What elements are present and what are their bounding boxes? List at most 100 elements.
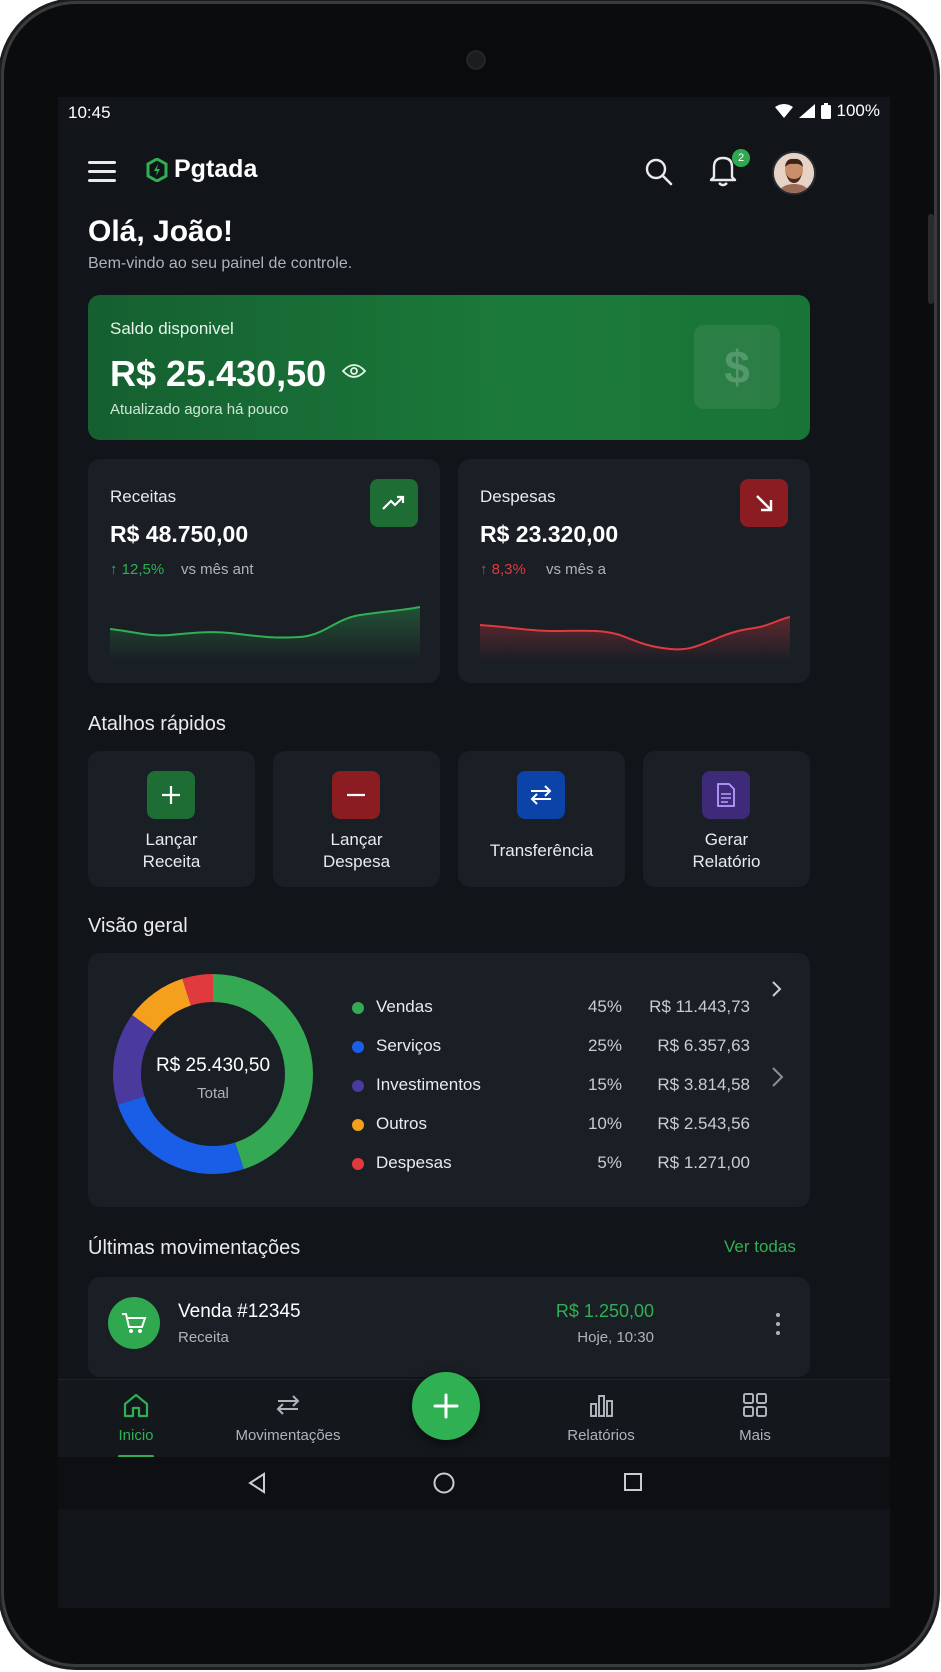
battery-level: 100%	[836, 101, 880, 120]
cart-icon	[108, 1297, 160, 1349]
app-logo: Pgtada	[146, 155, 257, 184]
nav-label: Movimentações	[235, 1427, 341, 1444]
income-change: ↑ 12,5%	[110, 561, 165, 578]
home-button-icon[interactable]	[432, 1471, 456, 1495]
greeting: Olá, João! Bem-vindo ao seu painel de co…	[88, 215, 352, 273]
shortcut-add-income[interactable]: Lançar Receita	[88, 751, 255, 887]
trending-down-icon	[740, 479, 788, 527]
wifi-icon	[774, 104, 793, 118]
status-bar: 10:45 100%	[58, 97, 890, 133]
income-comparison: vs mês ant	[181, 561, 254, 578]
bar-chart-icon	[590, 1395, 613, 1417]
chevron-right-icon[interactable]	[770, 979, 784, 999]
nav-home[interactable]: Inicio	[106, 1392, 166, 1444]
legend-percent: 5%	[597, 1153, 622, 1172]
balance-label: Saldo disponivel	[110, 319, 234, 338]
status-icons: 100%	[774, 101, 880, 121]
legend-percent: 10%	[587, 1114, 622, 1133]
greeting-subtitle: Bem-vindo ao seu painel de controle.	[88, 255, 353, 272]
chevron-right-icon[interactable]	[770, 1065, 786, 1089]
signal-icon	[798, 104, 815, 118]
shortcut-add-expense[interactable]: Lançar Despesa	[273, 751, 440, 887]
transfer-icon	[276, 1395, 300, 1415]
user-photo	[774, 153, 814, 193]
more-options-icon[interactable]	[774, 1313, 782, 1339]
legend-row-outros[interactable]: Outros 10% R$ 2.543,56	[352, 1114, 752, 1138]
back-icon[interactable]	[246, 1471, 268, 1495]
trending-up-icon	[370, 479, 418, 527]
expenses-label: Despesas	[480, 487, 556, 506]
overview-title: Visão geral	[88, 915, 188, 937]
nav-more[interactable]: Mais	[728, 1392, 782, 1444]
plus-icon	[147, 771, 195, 819]
report-icon	[702, 771, 750, 819]
legend-name: Serviços	[376, 1036, 442, 1055]
legend-dot	[352, 1041, 364, 1053]
balance-updated: Atualizado agora há pouco	[110, 401, 289, 418]
legend-row-vendas[interactable]: Vendas 45% R$ 11.443,73	[352, 997, 752, 1021]
app-header: Pgtada 2	[58, 137, 890, 217]
home-icon	[123, 1393, 149, 1418]
legend-name: Outros	[376, 1114, 428, 1133]
search-icon[interactable]	[642, 155, 676, 189]
eye-icon[interactable]	[342, 363, 366, 379]
volume-button	[928, 214, 934, 304]
nav-label: Relatórios	[567, 1427, 635, 1444]
legend-row-despesas[interactable]: Despesas 5% R$ 1.271,00	[352, 1153, 752, 1177]
balance-card[interactable]: Saldo disponivel R$ 25.430,50 Atualizado…	[88, 295, 810, 440]
battery-icon	[820, 103, 831, 119]
transaction-type: Receita	[178, 1329, 229, 1346]
legend-percent: 25%	[587, 1036, 622, 1055]
legend-name: Investimentos	[376, 1075, 481, 1094]
legend-value: R$ 1.271,00	[657, 1153, 750, 1172]
grid-icon	[743, 1393, 767, 1417]
shortcuts-title: Atalhos rápidos	[88, 713, 226, 735]
see-all-link[interactable]: Ver todas	[724, 1237, 796, 1257]
shortcut-report[interactable]: Gerar Relatório	[643, 751, 810, 887]
system-navigation-bar	[58, 1457, 890, 1509]
nav-transactions[interactable]: Movimentações	[226, 1392, 350, 1444]
transaction-title: Venda #12345	[178, 1301, 301, 1322]
legend-row-investimentos[interactable]: Investimentos 15% R$ 3.814,58	[352, 1075, 752, 1099]
income-card[interactable]: Receitas R$ 48.750,00 ↑ 12,5% vs mês ant	[88, 459, 440, 683]
donut-total-value: R$ 25.430,50	[155, 1055, 271, 1076]
legend-dot	[352, 1158, 364, 1170]
tablet-frame: 10:45 100% Pgtada 2 Olá, João! Bem-vindo…	[4, 4, 934, 1664]
legend-dot	[352, 1119, 364, 1131]
shortcut-label: Lançar Despesa	[322, 830, 391, 871]
shortcut-label: Lançar Receita	[142, 830, 201, 871]
plus-icon	[433, 1393, 459, 1419]
income-sparkline	[110, 606, 420, 661]
donut-total-label: Total	[197, 1085, 229, 1102]
avatar[interactable]	[772, 151, 816, 195]
menu-icon[interactable]	[88, 161, 116, 185]
recents-icon[interactable]	[622, 1471, 644, 1493]
shortcut-transfer[interactable]: Transferência	[458, 751, 625, 887]
transaction-amount: R$ 1.250,00	[555, 1301, 654, 1321]
legend-percent: 45%	[587, 997, 622, 1016]
expenses-card[interactable]: Despesas R$ 23.320,00 ↑ 8,3% vs mês a	[458, 459, 810, 683]
logo-icon	[146, 157, 168, 182]
notification-badge: 2	[732, 149, 750, 167]
notifications-button[interactable]: 2	[708, 149, 750, 191]
nav-reports[interactable]: Relatórios	[556, 1392, 646, 1444]
expenses-amount: R$ 23.320,00	[480, 521, 619, 547]
income-amount: R$ 48.750,00	[110, 521, 249, 547]
legend-name: Vendas	[376, 997, 433, 1016]
legend-percent: 15%	[587, 1075, 622, 1094]
legend-row-servicos[interactable]: Serviços 25% R$ 6.357,63	[352, 1036, 752, 1060]
donut-center: R$ 25.430,50 Total	[112, 973, 314, 1175]
balance-amount: R$ 25.430,50	[110, 353, 327, 394]
add-button[interactable]	[412, 1372, 480, 1440]
greeting-title: Olá, João!	[88, 215, 234, 248]
transaction-row[interactable]: Venda #12345 Receita R$ 1.250,00 Hoje, 1…	[88, 1277, 810, 1377]
screen: 10:45 100% Pgtada 2 Olá, João! Bem-vindo…	[58, 97, 890, 1608]
front-camera	[464, 48, 488, 72]
app-name: Pgtada	[174, 155, 258, 183]
expenses-change: ↑ 8,3%	[480, 561, 526, 578]
transfer-icon	[517, 771, 565, 819]
legend-value: R$ 11.443,73	[649, 997, 750, 1016]
legend-value: R$ 3.814,58	[657, 1075, 750, 1094]
status-time: 10:45	[68, 103, 111, 122]
expenses-comparison: vs mês a	[546, 561, 607, 578]
